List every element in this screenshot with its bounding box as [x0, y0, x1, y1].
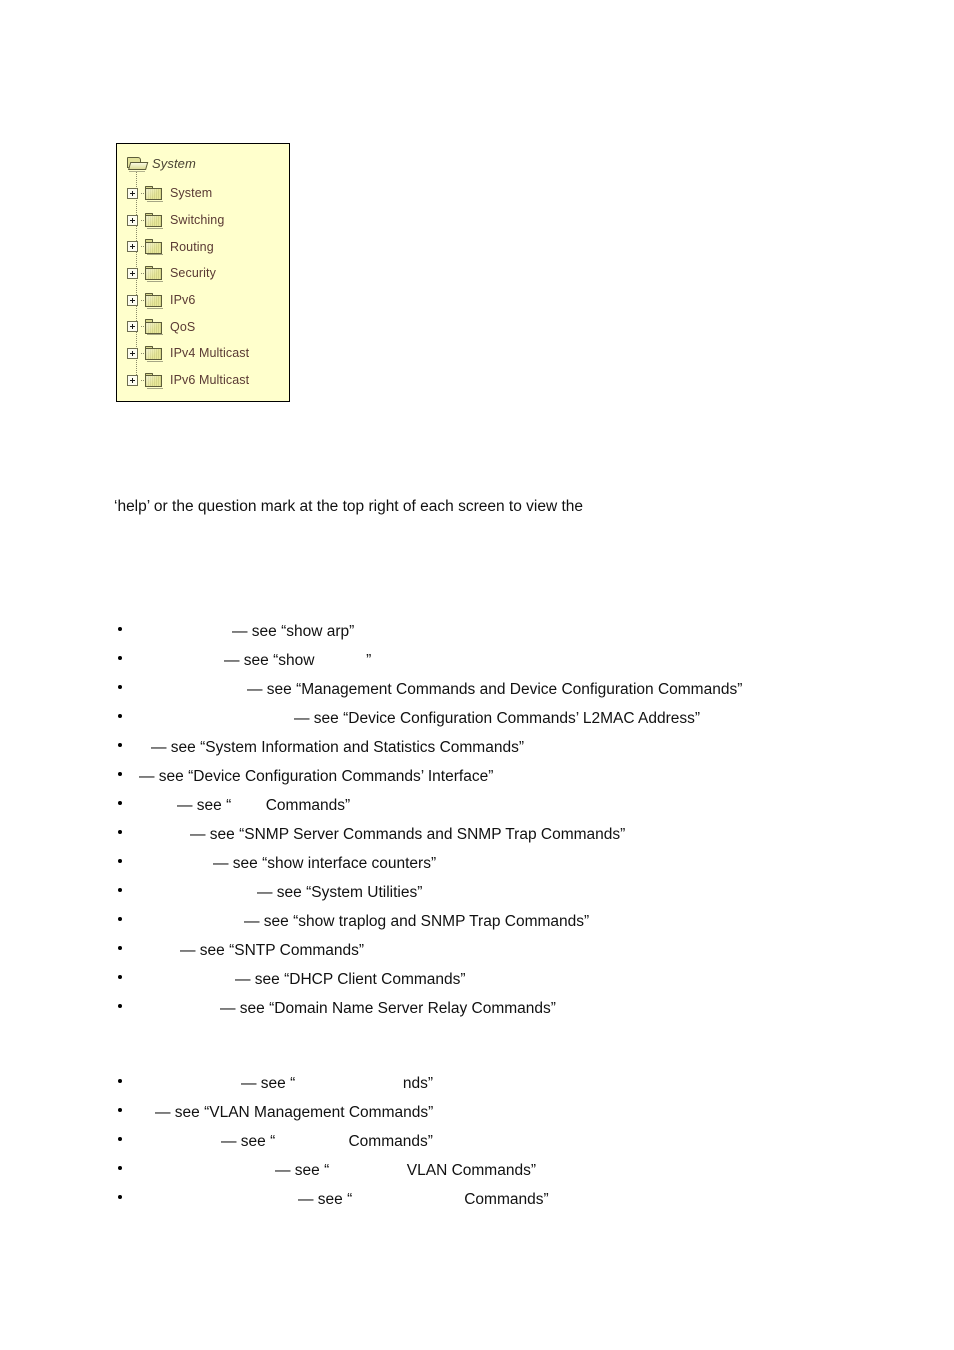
list-item-text: — see “ Commands”: [221, 1133, 433, 1150]
list-item-text: — see “show ”: [224, 652, 372, 669]
folder-open-icon: [127, 156, 149, 172]
folder-icon: [145, 265, 163, 282]
tree-node-label: System: [170, 186, 213, 201]
tree-node-label: Security: [170, 266, 216, 281]
bullet-icon: [118, 1004, 122, 1008]
list-item: — see “ Commands”: [114, 1190, 549, 1219]
list-item-text: — see “DHCP Client Commands”: [235, 971, 466, 988]
folder-icon: [145, 345, 163, 362]
document-page: System System Switching Routing Security…: [0, 0, 954, 1350]
plus-box-icon[interactable]: [127, 187, 138, 199]
list-item: — see “System Information and Statistics…: [114, 738, 742, 767]
bullet-icon: [118, 656, 122, 660]
bullet-icon: [118, 743, 122, 747]
list-item: — see “Device Configuration Commands’ In…: [114, 767, 742, 796]
list-item-text: — see “System Information and Statistics…: [151, 739, 524, 756]
command-reference-list-one: — see “show arp” — see “show ” — see “Mana…: [114, 622, 742, 1028]
list-item: — see “Device Configuration Commands’ L2…: [114, 709, 742, 738]
body-paragraph: ‘help’ or the question mark at the top r…: [114, 498, 583, 515]
bullet-icon: [118, 714, 122, 718]
list-item-text: — see “show arp”: [232, 623, 355, 640]
bullet-icon: [118, 1137, 122, 1141]
list-item-text: — see “Management Commands and Device Co…: [247, 681, 743, 698]
plus-box-icon[interactable]: [127, 321, 138, 333]
folder-icon: [145, 292, 163, 309]
navigation-tree-panel: System System Switching Routing Security…: [116, 143, 290, 402]
tree-root-node[interactable]: System: [127, 153, 196, 173]
list-item: — see “ VLAN Commands”: [114, 1161, 549, 1190]
tree-node-label: QoS: [170, 319, 196, 334]
tree-node-ipv6[interactable]: IPv6: [127, 287, 287, 314]
list-item: — see “SNTP Commands”: [114, 941, 742, 970]
plus-box-icon[interactable]: [127, 267, 138, 279]
list-item: — see “SNMP Server Commands and SNMP Tra…: [114, 825, 742, 854]
bullet-icon: [118, 1166, 122, 1170]
tree-node-qos[interactable]: QoS: [127, 313, 287, 340]
tree-node-list: System Switching Routing Security IPv6 Q…: [127, 172, 287, 394]
tree-node-routing[interactable]: Routing: [127, 233, 287, 260]
tree-node-label: Routing: [170, 239, 214, 254]
bullet-icon: [118, 772, 122, 776]
list-item-text: — see “SNTP Commands”: [180, 942, 365, 959]
plus-box-icon[interactable]: [127, 374, 138, 386]
bullet-icon: [118, 627, 122, 631]
list-item: — see “ Commands”: [114, 796, 742, 825]
bullet-icon: [118, 975, 122, 979]
list-item: — see “Domain Name Server Relay Commands…: [114, 999, 742, 1028]
plus-box-icon[interactable]: [127, 241, 138, 253]
list-item-text: — see “Device Configuration Commands’ L2…: [294, 710, 701, 727]
folder-icon: [145, 319, 163, 336]
list-item-text: — see “show interface counters”: [213, 855, 437, 872]
tree-node-label: IPv6 Multicast: [170, 373, 250, 388]
list-item: — see “VLAN Management Commands”: [114, 1103, 549, 1132]
list-item-text: — see “ Commands”: [177, 797, 351, 814]
list-item: — see “show traplog and SNMP Trap Comman…: [114, 912, 742, 941]
command-reference-list-two: — see “ nds” — see “VLAN Management Comma…: [114, 1074, 549, 1219]
bullet-icon: [118, 859, 122, 863]
bullet-icon: [118, 801, 122, 805]
list-item: — see “show arp”: [114, 622, 742, 651]
tree-node-ipv4-multicast[interactable]: IPv4 Multicast: [127, 340, 287, 367]
bullet-icon: [118, 1195, 122, 1199]
plus-box-icon[interactable]: [127, 214, 138, 226]
tree-node-label: IPv4 Multicast: [170, 346, 250, 361]
folder-icon: [145, 239, 163, 256]
list-item: — see “Management Commands and Device Co…: [114, 680, 742, 709]
bullet-icon: [118, 685, 122, 689]
plus-box-icon[interactable]: [127, 347, 138, 359]
folder-icon: [145, 372, 163, 389]
list-item-text: — see “SNMP Server Commands and SNMP Tra…: [190, 826, 626, 843]
bullet-icon: [118, 946, 122, 950]
list-item-text: — see “VLAN Management Commands”: [155, 1104, 434, 1121]
bullet-icon: [118, 1079, 122, 1083]
list-item-text: — see “ VLAN Commands”: [275, 1162, 536, 1179]
tree-node-system[interactable]: System: [127, 180, 287, 207]
list-item: — see “ Commands”: [114, 1132, 549, 1161]
tree-node-label: IPv6: [170, 293, 196, 308]
tree-node-label: Switching: [170, 213, 225, 228]
list-item-text: — see “ nds”: [241, 1075, 434, 1092]
tree-node-switching[interactable]: Switching: [127, 207, 287, 234]
list-item-text: — see “show traplog and SNMP Trap Comman…: [244, 913, 590, 930]
folder-icon: [145, 185, 163, 202]
tree-root-label: System: [152, 155, 196, 171]
list-item-text: — see “Device Configuration Commands’ In…: [139, 768, 494, 785]
bullet-icon: [118, 888, 122, 892]
bullet-icon: [118, 917, 122, 921]
list-item-text: — see “ Commands”: [298, 1191, 549, 1208]
list-item: — see “DHCP Client Commands”: [114, 970, 742, 999]
list-item: — see “ nds”: [114, 1074, 549, 1103]
tree-node-ipv6-multicast[interactable]: IPv6 Multicast: [127, 367, 287, 394]
list-item-text: — see “System Utilities”: [257, 884, 423, 901]
plus-box-icon[interactable]: [127, 294, 138, 306]
folder-icon: [145, 212, 163, 229]
list-item-text: — see “Domain Name Server Relay Commands…: [220, 1000, 556, 1017]
list-item: — see “show ”: [114, 651, 742, 680]
tree-node-security[interactable]: Security: [127, 260, 287, 287]
bullet-icon: [118, 1108, 122, 1112]
bullet-icon: [118, 830, 122, 834]
list-item: — see “System Utilities”: [114, 883, 742, 912]
list-item: — see “show interface counters”: [114, 854, 742, 883]
